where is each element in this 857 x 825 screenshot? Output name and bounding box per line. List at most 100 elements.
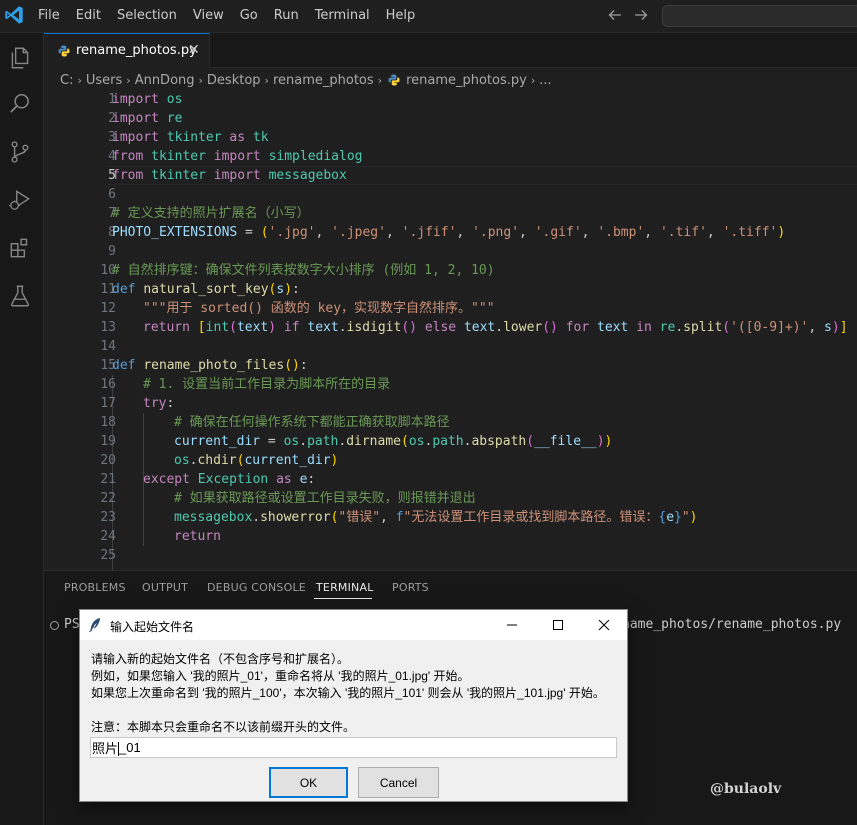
code-token: chdir	[197, 453, 237, 468]
tab-problems[interactable]: PROBLEMS	[64, 581, 126, 594]
line-number: 4	[108, 149, 116, 164]
close-icon[interactable]	[581, 610, 627, 640]
line-number: 25	[100, 548, 116, 563]
minimize-icon[interactable]	[489, 610, 535, 640]
code-token: rename_photo_files	[143, 358, 285, 373]
menu-go[interactable]: Go	[232, 0, 266, 33]
code-line: import tkinter as tk	[112, 128, 269, 147]
code-editor[interactable]: 1 2 3 4 5 6 7 8 9 10 11 12 13 14 15 16 1…	[44, 90, 857, 570]
dialog-title-bar[interactable]: 输入起始文件名	[80, 610, 627, 640]
code-line: os.chdir(current_dir)	[174, 453, 339, 468]
tab-rename-photos[interactable]: rename_photos.py ✕	[44, 33, 210, 68]
code-token: '.jfif'	[401, 225, 457, 240]
code-token: from	[112, 149, 144, 164]
code-token: def	[112, 282, 136, 297]
menu-bar: File Edit Selection View Go Run Terminal…	[30, 0, 423, 33]
breadcrumb-file[interactable]: rename_photos.py	[406, 73, 527, 88]
cancel-button[interactable]: Cancel	[358, 767, 439, 798]
code-token: text	[236, 320, 269, 335]
menu-selection[interactable]: Selection	[109, 0, 185, 33]
code-token: re	[166, 111, 183, 126]
terminal-prompt: PS	[64, 617, 80, 632]
menu-run[interactable]: Run	[266, 0, 307, 33]
breadcrumb-drive[interactable]: C:	[60, 73, 73, 88]
code-token: text	[463, 320, 496, 335]
code-token: import	[213, 149, 261, 164]
line-number: 10	[100, 263, 116, 278]
code-token: current_dir	[174, 434, 261, 449]
active-tab-indicator	[314, 598, 372, 599]
code-token: path	[307, 434, 339, 449]
run-debug-icon[interactable]	[7, 187, 33, 213]
chevron-right-icon: ›	[77, 73, 82, 87]
command-center-search[interactable]	[662, 5, 857, 27]
activity-bar	[0, 33, 44, 825]
explorer-icon[interactable]	[7, 45, 33, 71]
breadcrumb-anndong[interactable]: AnnDong	[135, 73, 195, 88]
code-token: os	[174, 453, 190, 468]
ok-button[interactable]: OK	[269, 767, 348, 798]
menu-edit[interactable]: Edit	[68, 0, 109, 33]
code-token: Exception	[197, 472, 269, 487]
code-token: int	[205, 320, 230, 335]
code-token: else	[424, 320, 457, 335]
filename-input[interactable]: 照片 _01	[90, 737, 617, 758]
code-token: simpledialog	[268, 149, 363, 164]
menu-terminal[interactable]: Terminal	[307, 0, 378, 33]
code-line: import re	[112, 109, 182, 128]
code-token: "无法设置工作目录或找到脚本路径。错误：	[403, 510, 659, 525]
python-file-icon	[58, 45, 70, 57]
code-token: import	[112, 111, 159, 126]
line-number: 14	[100, 339, 116, 354]
editor-tabs: rename_photos.py ✕	[44, 33, 857, 68]
code-token: text	[597, 320, 629, 335]
menu-file[interactable]: File	[30, 0, 68, 33]
code-token: '.gif'	[534, 225, 582, 240]
chevron-right-icon: ›	[530, 73, 536, 87]
input-text-after-caret: _01	[119, 740, 141, 755]
tab-debug-console[interactable]: DEBUG CONSOLE	[207, 581, 306, 594]
input-text-before-caret: 照片	[92, 741, 119, 756]
breadcrumb-folder[interactable]: rename_photos	[273, 73, 374, 88]
vscode-logo-icon[interactable]	[3, 4, 25, 26]
testing-icon[interactable]	[7, 283, 33, 309]
line-number: 8	[108, 225, 116, 240]
forward-arrow-icon[interactable]	[633, 7, 649, 23]
code-line: messagebox.showerror("错误", f"无法设置工作目录或找到…	[174, 510, 698, 525]
python-file-icon	[388, 74, 400, 86]
tab-output[interactable]: OUTPUT	[142, 581, 188, 594]
breadcrumb-desktop[interactable]: Desktop	[207, 73, 261, 88]
feather-icon	[89, 618, 100, 633]
code-token: isdigit	[346, 320, 402, 335]
line-number: 20	[100, 453, 116, 468]
terminal-command-text: name_photos/rename_photos.py	[622, 617, 842, 632]
source-control-icon[interactable]	[7, 139, 33, 165]
tab-ports[interactable]: PORTS	[392, 581, 429, 594]
code-line: try:	[143, 396, 175, 411]
code-token: __file__	[534, 434, 597, 449]
code-token: os	[283, 434, 300, 449]
extensions-icon[interactable]	[7, 235, 33, 261]
back-arrow-icon[interactable]	[607, 7, 623, 23]
code-token: '.tiff'	[722, 225, 778, 240]
maximize-icon[interactable]	[535, 610, 581, 640]
code-comment: # 确保在任何操作系统下都能正确获取脚本路径	[174, 415, 450, 430]
menu-view[interactable]: View	[185, 0, 232, 33]
watermark: @bulaolv	[710, 781, 782, 797]
line-number: 22	[100, 491, 116, 506]
tab-close-icon[interactable]: ✕	[188, 42, 200, 58]
menu-help[interactable]: Help	[378, 0, 424, 33]
line-number: 12	[100, 301, 116, 316]
breadcrumb-more[interactable]: ...	[539, 73, 551, 88]
code-token: from	[112, 168, 144, 183]
code-token: abspath	[471, 434, 527, 449]
tab-terminal[interactable]: TERMINAL	[316, 581, 374, 594]
search-icon[interactable]	[7, 91, 33, 117]
breadcrumb-users[interactable]: Users	[86, 73, 122, 88]
line-number: 9	[108, 244, 116, 259]
code-token: for	[565, 320, 590, 335]
code-token: '.bmp'	[597, 225, 645, 240]
indent-guide	[143, 489, 144, 546]
code-token: try	[143, 396, 167, 411]
code-token: tkinter	[151, 168, 206, 183]
